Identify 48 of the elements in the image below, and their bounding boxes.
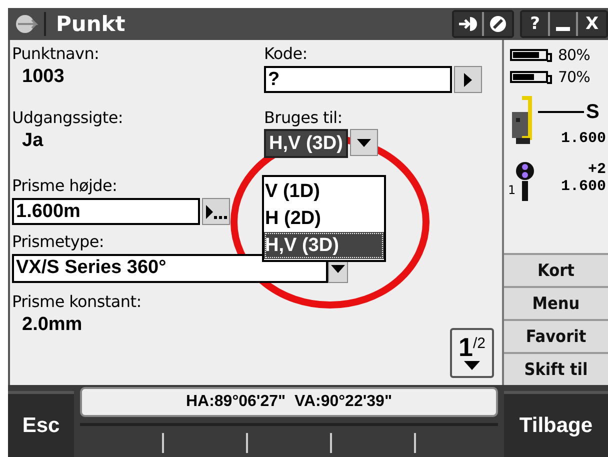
prism-type-dropdown[interactable]: VX/S Series 360° (12, 254, 328, 283)
field-label: Bruges til: (264, 108, 342, 128)
field-value: 1003 (21, 65, 64, 89)
more-button[interactable] (202, 198, 230, 225)
dropdown-option[interactable]: H (2D) (264, 205, 384, 232)
code-list-button[interactable] (454, 66, 482, 93)
field-label: Kode: (264, 44, 308, 64)
dropdown-option[interactable]: H,V (3D) (264, 232, 384, 259)
field-value: 2.0mm (21, 313, 82, 337)
back-button[interactable]: Tilbage (504, 391, 608, 457)
prism-target-icon (516, 161, 534, 201)
instrument-height: 1.600 (560, 130, 606, 147)
arrow-into-circle-icon (457, 15, 479, 33)
esc-button[interactable]: Esc (8, 391, 74, 457)
help-button[interactable]: ? (522, 12, 550, 36)
caret-icon (356, 138, 371, 146)
battery-reading: 80% (558, 46, 590, 64)
caret-icon (331, 264, 345, 272)
field-label: Prisme konstant: (12, 292, 142, 312)
page-button[interactable]: 1$^{/2}$ (450, 328, 494, 378)
no-entry-icon (488, 14, 508, 34)
caret-icon (464, 361, 480, 370)
dropdown-option[interactable]: V (1D) (264, 178, 384, 205)
field-label: Prismetype: (12, 232, 104, 252)
side-menu-button[interactable]: Favorit (504, 319, 608, 352)
side-menu-button[interactable]: Menu (504, 286, 608, 319)
login-arrow-button[interactable] (454, 12, 484, 36)
target-number: 1 (508, 183, 516, 197)
window-title: Punkt (56, 12, 126, 36)
field-label: Punktnavn: (12, 44, 100, 64)
battery-reading: 70% (558, 68, 590, 86)
play-icon (463, 72, 473, 88)
app-logo-icon (14, 13, 38, 35)
side-menu-button[interactable]: Skift til (504, 352, 608, 385)
field-label: Udgangssigte: (12, 108, 124, 128)
instrument-label: S (586, 100, 600, 124)
code-field[interactable]: ? (264, 66, 452, 93)
use-for-dropdown[interactable]: H,V (3D) (264, 129, 348, 158)
sight-line (538, 111, 584, 113)
minimize-icon (556, 27, 570, 31)
target-height: 1.600 (560, 178, 606, 195)
field-label: Prisme højde: (12, 176, 118, 195)
angle-readout: HA:89°06'27" VA:90°22'39" (80, 387, 498, 417)
side-menu-button[interactable]: Kort (504, 253, 608, 286)
dropdown-button[interactable] (350, 129, 378, 156)
prism-height-field[interactable]: 1.600m (12, 198, 200, 225)
field-value: Ja (21, 129, 44, 153)
target-label: +2 (588, 161, 606, 178)
